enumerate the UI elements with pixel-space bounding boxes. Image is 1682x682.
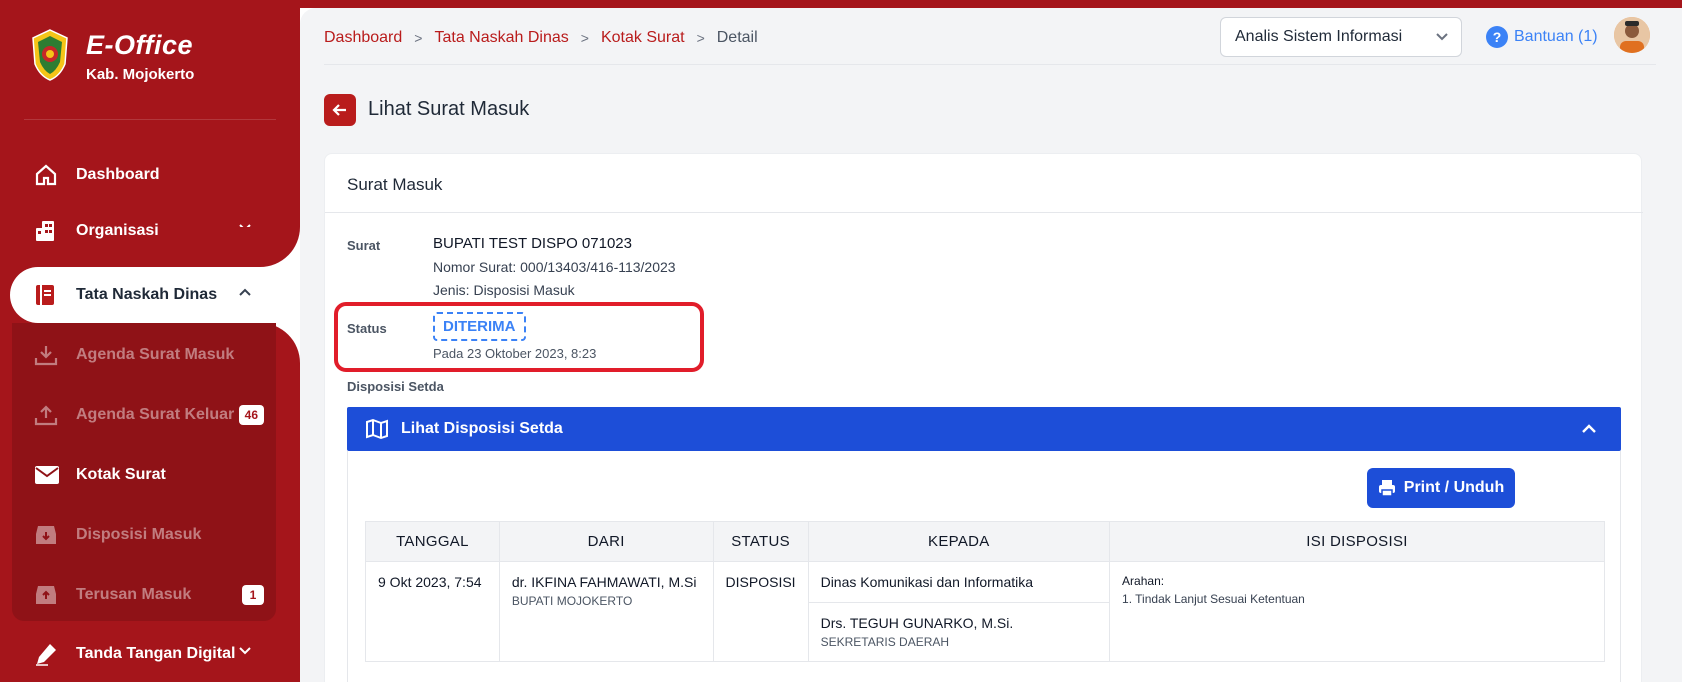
chevron-right-icon: > bbox=[414, 30, 423, 46]
top-frame bbox=[300, 0, 1682, 8]
breadcrumb-current: Detail bbox=[716, 29, 758, 46]
column-header-isi-disposisi: ISI DISPOSISI bbox=[1109, 521, 1605, 562]
chevron-down-icon bbox=[1435, 30, 1449, 49]
kepada-2-jabatan: SEKRETARIS DAERAH bbox=[820, 635, 950, 649]
chevron-up-icon bbox=[1581, 421, 1597, 442]
home-icon bbox=[34, 163, 68, 187]
column-header-kepada: KEPADA bbox=[807, 521, 1111, 562]
chevron-down-icon bbox=[238, 644, 252, 663]
page-title: Lihat Surat Masuk bbox=[368, 98, 530, 120]
jenis-surat: Jenis: Disposisi Masuk bbox=[433, 282, 575, 298]
sidebar: E-Office Kab. Mojokerto Dashboard Organi… bbox=[0, 0, 300, 682]
help-button[interactable]: ? Bantuan (1) bbox=[1486, 26, 1598, 48]
count-badge: 1 bbox=[242, 585, 264, 605]
inbox-in-icon bbox=[34, 524, 68, 546]
print-button-label: Print / Unduh bbox=[1403, 479, 1505, 496]
help-icon: ? bbox=[1486, 26, 1508, 48]
sidebar-item-label: Tanda Tangan Digital bbox=[76, 645, 236, 662]
print-button[interactable]: Print / Unduh bbox=[1367, 468, 1515, 508]
breadcrumb: Dashboard > Tata Naskah Dinas > Kotak Su… bbox=[324, 29, 758, 47]
disposisi-accordion-header[interactable]: Lihat Disposisi Setda bbox=[347, 407, 1621, 451]
sidebar-item-label: Tata Naskah Dinas bbox=[76, 286, 218, 303]
building-icon bbox=[34, 219, 68, 243]
app-title: E-Office bbox=[86, 30, 194, 60]
back-button[interactable] bbox=[324, 94, 356, 126]
role-select-value: Analis Sistem Informasi bbox=[1235, 28, 1403, 45]
sidebar-item-dashboard[interactable]: Dashboard bbox=[20, 151, 280, 199]
submenu-item-terusan-masuk[interactable]: Terusan Masuk 1 bbox=[12, 571, 276, 619]
column-header-tanggal: TANGGAL bbox=[365, 521, 500, 562]
card-title: Surat Masuk bbox=[347, 175, 443, 194]
role-select[interactable]: Analis Sistem Informasi bbox=[1220, 17, 1462, 57]
cell-status: DISPOSISI bbox=[712, 561, 809, 662]
cell-kepada-2: Drs. TEGUH GUNARKO, M.Si. SEKRETARIS DAE… bbox=[807, 602, 1111, 662]
submenu-item-label: Terusan Masuk bbox=[76, 586, 192, 603]
app-subtitle: Kab. Mojokerto bbox=[86, 66, 195, 83]
header-divider bbox=[324, 64, 1656, 65]
arahan-item: 1. Tindak Lanjut Sesuai Ketentuan bbox=[1122, 592, 1305, 606]
app-logo[interactable]: E-Office Kab. Mojokerto bbox=[26, 26, 286, 96]
count-badge: 46 bbox=[238, 405, 264, 425]
surat-label: Surat bbox=[347, 238, 381, 253]
column-header-status: STATUS bbox=[712, 521, 809, 562]
emblem-icon bbox=[30, 28, 70, 82]
submenu-item-agenda-surat-keluar[interactable]: Agenda Surat Keluar 46 bbox=[12, 391, 276, 439]
cell-dari: dr. IKFINA FAHMAWATI, M.Si BUPATI MOJOKE… bbox=[498, 561, 714, 662]
cell-kepada-1: Dinas Komunikasi dan Informatika bbox=[807, 561, 1111, 603]
breadcrumb-link-dashboard[interactable]: Dashboard bbox=[324, 29, 402, 47]
column-header-dari: DARI bbox=[498, 521, 714, 562]
disposisi-label: Disposisi Setda bbox=[347, 379, 444, 394]
arahan-title: Arahan: bbox=[1122, 574, 1165, 588]
printer-icon bbox=[1378, 479, 1396, 497]
submenu-item-kotak-surat[interactable]: Kotak Surat bbox=[12, 451, 276, 499]
dari-nama: dr. IKFINA FAHMAWATI, M.Si bbox=[511, 574, 697, 590]
disposisi-table: TANGGAL DARI STATUS KEPADA ISI DISPOSISI… bbox=[365, 521, 1605, 662]
kepada-2-nama: Drs. TEGUH GUNARKO, M.Si. bbox=[820, 615, 1014, 631]
main-content: Dashboard > Tata Naskah Dinas > Kotak Su… bbox=[300, 8, 1682, 682]
breadcrumb-link-tata-naskah[interactable]: Tata Naskah Dinas bbox=[434, 29, 568, 47]
inbox-out-icon bbox=[34, 584, 68, 606]
card-divider bbox=[325, 212, 1643, 213]
surat-title: BUPATI TEST DISPO 071023 bbox=[433, 235, 632, 252]
sidebar-item-label: Organisasi bbox=[76, 222, 159, 239]
disposisi-header-label: Lihat Disposisi Setda bbox=[401, 420, 563, 437]
upload-icon bbox=[34, 404, 68, 426]
help-label: Bantuan (1) bbox=[1514, 28, 1598, 45]
submenu-item-disposisi-masuk[interactable]: Disposisi Masuk bbox=[12, 511, 276, 559]
cell-tanggal: 9 Okt 2023, 7:54 bbox=[365, 561, 500, 662]
chevron-right-icon: > bbox=[580, 30, 589, 46]
table-header-row: TANGGAL DARI STATUS KEPADA ISI DISPOSISI bbox=[365, 521, 1605, 562]
submenu-item-agenda-surat-masuk[interactable]: Agenda Surat Masuk bbox=[12, 331, 276, 379]
arrow-left-icon bbox=[332, 104, 346, 116]
sidebar-item-label: Dashboard bbox=[76, 166, 160, 183]
chevron-up-icon bbox=[238, 285, 252, 304]
breadcrumb-link-kotak-surat[interactable]: Kotak Surat bbox=[601, 29, 685, 47]
highlight-annotation bbox=[334, 302, 704, 372]
map-icon bbox=[365, 418, 389, 440]
dari-jabatan: BUPATI MOJOKERTO bbox=[511, 594, 633, 608]
sidebar-item-tata-naskah-dinas[interactable]: Tata Naskah Dinas bbox=[20, 271, 280, 319]
cell-isi-disposisi: Arahan: 1. Tindak Lanjut Sesuai Ketentua… bbox=[1109, 561, 1605, 662]
download-icon bbox=[34, 344, 68, 366]
submenu-item-label: Disposisi Masuk bbox=[76, 526, 202, 543]
mail-icon bbox=[34, 465, 68, 485]
chevron-right-icon: > bbox=[696, 30, 705, 46]
surat-masuk-card: Surat Masuk Surat BUPATI TEST DISPO 0710… bbox=[324, 153, 1643, 682]
submenu-item-label: Kotak Surat bbox=[76, 466, 166, 483]
avatar[interactable] bbox=[1614, 17, 1650, 53]
submenu-item-label: Agenda Surat Masuk bbox=[76, 346, 235, 363]
sidebar-item-tanda-tangan-digital[interactable]: Tanda Tangan Digital bbox=[20, 630, 280, 678]
table-row: 9 Okt 2023, 7:54 dr. IKFINA FAHMAWATI, M… bbox=[365, 561, 1605, 662]
active-notch-top bbox=[240, 227, 300, 267]
nomor-surat: Nomor Surat: 000/13403/416-113/2023 bbox=[433, 259, 676, 275]
book-icon bbox=[34, 283, 68, 307]
submenu-item-label: Agenda Surat Keluar bbox=[76, 406, 235, 423]
sidebar-divider bbox=[24, 119, 276, 120]
pen-icon bbox=[34, 642, 68, 666]
